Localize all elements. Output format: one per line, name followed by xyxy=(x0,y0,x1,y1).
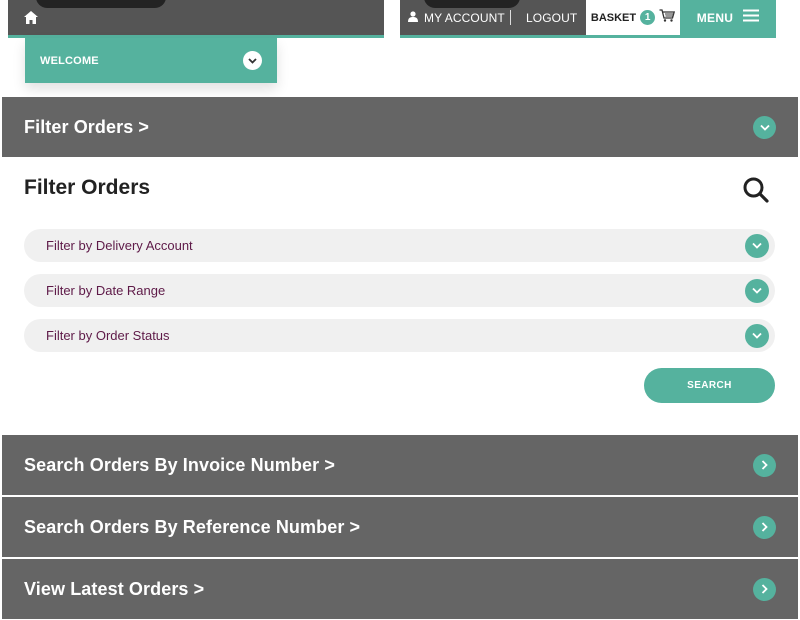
menu-label: MENU xyxy=(696,10,734,25)
filter-orders-bar[interactable]: Filter Orders > xyxy=(2,97,798,157)
menu-button[interactable]: MENU xyxy=(680,0,776,35)
welcome-label: WELCOME xyxy=(40,54,99,67)
search-icon[interactable] xyxy=(742,176,770,204)
my-account-link[interactable]: MY ACCOUNT xyxy=(408,11,505,25)
hamburger-icon xyxy=(743,9,760,27)
view-latest-orders-bar[interactable]: View Latest Orders > xyxy=(2,559,798,619)
chevron-down-icon xyxy=(243,51,262,70)
nav-divider xyxy=(510,10,511,25)
nav-pill-decoration xyxy=(36,0,166,8)
filter-delivery-account-label: Filter by Delivery Account xyxy=(46,238,193,253)
filter-delivery-account[interactable]: Filter by Delivery Account xyxy=(24,229,775,262)
chevron-down-icon xyxy=(745,323,769,348)
chevron-down-icon xyxy=(745,233,769,258)
chevron-right-icon xyxy=(753,577,776,601)
chevron-right-icon xyxy=(753,453,776,477)
filter-orders-bar-title: Filter Orders > xyxy=(24,116,150,137)
filter-date-range-label: Filter by Date Range xyxy=(46,283,166,298)
filter-order-status-label: Filter by Order Status xyxy=(46,328,170,343)
basket-label: BASKET xyxy=(590,11,637,24)
search-button[interactable]: SEARCH xyxy=(644,368,775,403)
cart-icon xyxy=(659,8,676,27)
top-nav-left xyxy=(8,0,384,38)
logout-link[interactable]: LOGOUT xyxy=(526,11,577,25)
search-by-invoice-bar[interactable]: Search Orders By Invoice Number > xyxy=(2,435,798,495)
chevron-down-icon xyxy=(753,115,776,139)
user-icon xyxy=(408,11,418,25)
chevron-down-icon xyxy=(745,278,769,303)
search-by-reference-bar[interactable]: Search Orders By Reference Number > xyxy=(2,497,798,557)
nav-pill-decoration xyxy=(424,0,520,8)
welcome-dropdown[interactable]: WELCOME xyxy=(25,38,277,83)
filter-order-status[interactable]: Filter by Order Status xyxy=(24,319,775,352)
my-account-label: MY ACCOUNT xyxy=(424,11,505,25)
chevron-right-icon xyxy=(753,515,776,539)
view-latest-orders-title: View Latest Orders > xyxy=(24,578,205,599)
search-by-invoice-title: Search Orders By Invoice Number > xyxy=(24,454,335,475)
top-nav-right: MY ACCOUNT LOGOUT BASKET 1 MENU xyxy=(400,0,776,38)
search-by-reference-title: Search Orders By Reference Number > xyxy=(24,516,361,537)
filter-date-range[interactable]: Filter by Date Range xyxy=(24,274,775,307)
filter-panel-title: Filter Orders xyxy=(24,176,151,199)
logout-label: LOGOUT xyxy=(526,11,578,25)
basket-button[interactable]: BASKET 1 xyxy=(586,0,680,35)
basket-count-badge: 1 xyxy=(640,10,656,25)
home-icon[interactable] xyxy=(22,9,40,25)
